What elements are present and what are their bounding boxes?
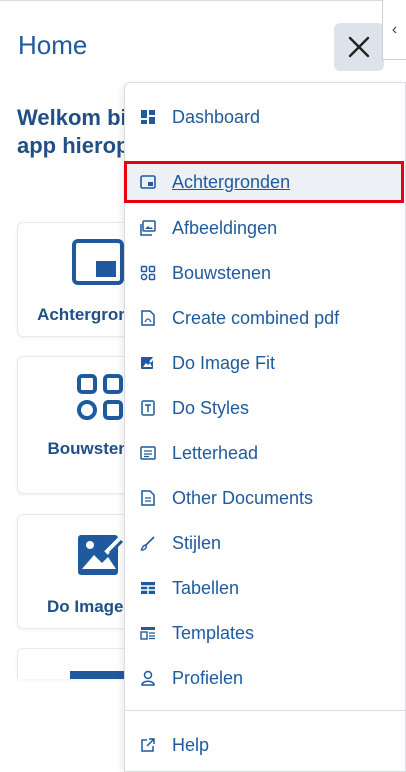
- background-icon: [139, 173, 157, 191]
- menu-item-achtergronden[interactable]: Achtergronden: [124, 161, 404, 203]
- menu-item-other-documents[interactable]: Other Documents: [125, 478, 405, 518]
- menu-divider: [125, 710, 405, 711]
- menu-item-label: Afbeeldingen: [172, 217, 278, 238]
- menu-item-label: Do Styles: [172, 397, 250, 418]
- table-icon: [70, 671, 126, 679]
- document-icon: [139, 489, 157, 507]
- menu-item-afbeeldingen[interactable]: Afbeeldingen: [125, 208, 405, 248]
- brush-icon: [139, 534, 157, 552]
- top-border: [0, 0, 406, 1]
- user-icon: [139, 669, 157, 687]
- menu-item-label: Dashboard: [172, 106, 261, 127]
- close-icon: [348, 36, 370, 58]
- menu-item-label: Achtergronden: [172, 171, 291, 192]
- menu-item-templates[interactable]: Templates: [125, 613, 405, 653]
- image-fit-icon: [139, 354, 157, 372]
- menu-item-label: Other Documents: [172, 487, 314, 508]
- chevron-left-icon: ‹: [391, 20, 398, 38]
- menu-item-stijlen[interactable]: Stijlen: [125, 523, 405, 563]
- menu-item-label: Stijlen: [172, 532, 222, 553]
- images-icon: [139, 219, 157, 237]
- navigation-menu: Dashboard Achtergronden Afbeeldingen Bou…: [124, 82, 406, 772]
- menu-item-create-combined-pdf[interactable]: Create combined pdf: [125, 298, 405, 338]
- close-menu-button[interactable]: [334, 23, 384, 71]
- menu-item-label: Letterhead: [172, 442, 259, 463]
- menu-item-help[interactable]: Help: [125, 725, 405, 765]
- templates-icon: [139, 624, 157, 642]
- dashboard-icon: [139, 108, 157, 126]
- image-fit-icon: [78, 535, 124, 575]
- styles-icon: [139, 399, 157, 417]
- collapse-sidebar-button[interactable]: ‹: [382, 0, 406, 60]
- menu-item-label: Create combined pdf: [172, 307, 340, 328]
- menu-item-label: Tabellen: [172, 577, 240, 598]
- pdf-icon: [139, 309, 157, 327]
- menu-item-label: Bouwstenen: [172, 262, 272, 283]
- menu-item-bouwstenen[interactable]: Bouwstenen: [125, 253, 405, 293]
- table-icon: [139, 579, 157, 597]
- menu-item-letterhead[interactable]: Letterhead: [125, 433, 405, 473]
- menu-item-label: Templates: [172, 622, 255, 643]
- page-title: Home: [18, 30, 88, 60]
- menu-item-do-styles[interactable]: Do Styles: [125, 388, 405, 428]
- blocks-icon: [77, 374, 123, 420]
- welcome-heading: Welkom bij de app hierop: [17, 104, 127, 160]
- menu-item-do-image-fit[interactable]: Do Image Fit: [125, 343, 405, 383]
- welcome-line-2: app hierop: [17, 133, 127, 158]
- menu-item-label: Help: [172, 734, 210, 755]
- background-icon: [72, 239, 124, 285]
- menu-item-label: Profielen: [172, 667, 244, 688]
- letterhead-icon: [139, 444, 157, 462]
- menu-item-profielen[interactable]: Profielen: [125, 658, 405, 698]
- menu-item-tabellen[interactable]: Tabellen: [125, 568, 405, 608]
- external-link-icon: [139, 736, 157, 754]
- menu-item-dashboard[interactable]: Dashboard: [125, 97, 405, 137]
- welcome-line-1: Welkom bij de: [17, 105, 127, 130]
- blocks-icon: [139, 264, 157, 282]
- menu-item-label: Do Image Fit: [172, 352, 276, 373]
